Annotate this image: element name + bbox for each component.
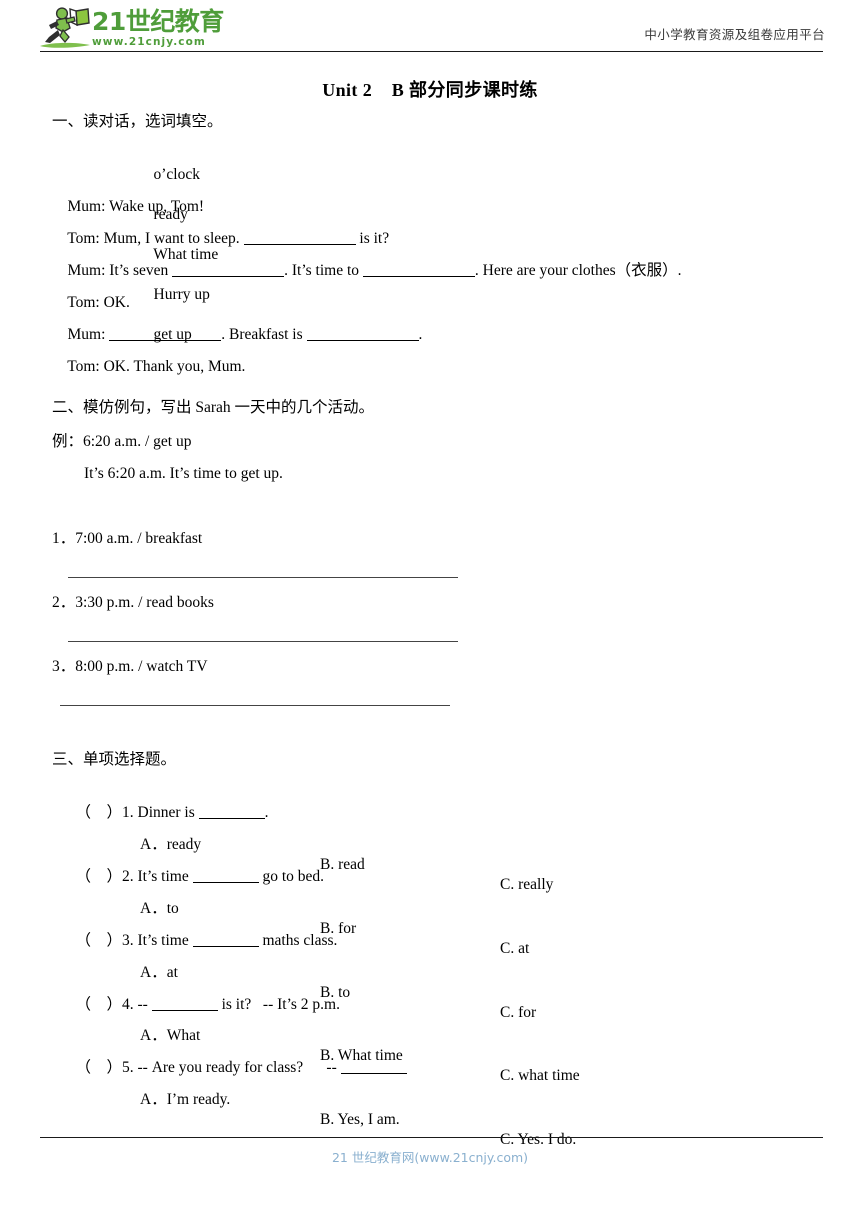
section-2-item-3: 3．8:00 p.m. / watch TV [52,658,208,675]
logo-wordmark: 21世纪教育 www.21cnjy.com [92,8,248,52]
dialogue-text-post: . [418,326,423,343]
fill-in-blank[interactable] [172,263,285,277]
dialogue-text-post: . Here are your clothes（衣服）. [474,262,682,279]
header-tagline: 中小学教育资源及组卷应用平台 [644,27,825,42]
document-page: 21世纪教育 www.21cnjy.com 中小学教育资源及组卷应用平台 Uni… [0,0,860,1216]
page-title: Unit 2 B 部分同步课时练 [322,80,538,100]
dialogue-line-3: Mum: It’s seven . It’s time to . Here ar… [52,241,682,301]
section-2-item-1: 1．7:00 a.m. / breakfast [52,530,203,547]
site-logo: 21世纪教育 www.21cnjy.com [36,6,246,52]
answer-line-2[interactable] [68,641,458,642]
section-1-heading: 一、读对话，选词填空。 [52,113,223,130]
section-2-item-2: 2．3:30 p.m. / read books [52,594,214,611]
footer-text: 21 世纪教育网(www.21cnjy.com) [331,1150,529,1165]
section-3-heading: 三、单项选择题。 [52,751,177,768]
logo-url-text: www.21cnjy.com [92,36,206,48]
mc-option-b[interactable]: B. read [320,855,365,875]
footer-divider [40,1137,823,1138]
answer-line-3[interactable] [60,705,450,706]
dialogue-line-6: Tom: OK. Thank you, Mum. [52,337,245,397]
logo-main-text: 21世纪教育 [92,7,224,36]
section-2-heading: 二、模仿例句，写出 Sarah 一天中的几个活动。 [52,399,375,416]
mc-option-a[interactable]: A．I’m ready. [140,1090,230,1110]
section-2-example-answer: It’s 6:20 a.m. It’s time to get up. [84,465,283,482]
answer-line-1[interactable] [68,577,458,578]
mc-option-c[interactable]: C. Yes. I do. [500,1130,576,1150]
fill-in-blank[interactable] [306,327,419,341]
fill-in-blank[interactable] [362,263,475,277]
mc-option-b[interactable]: B. Yes, I am. [320,1110,400,1130]
dialogue-text-mid: . It’s time to [284,262,363,279]
dialogue-text: Tom: OK. Thank you, Mum. [67,358,246,375]
section-2-example-prompt: 例：6:20 a.m. / get up [52,433,192,450]
page-header: 21世纪教育 www.21cnjy.com 中小学教育资源及组卷应用平台 [0,0,860,58]
running-person-with-book-icon [36,6,94,50]
header-divider [40,51,823,52]
